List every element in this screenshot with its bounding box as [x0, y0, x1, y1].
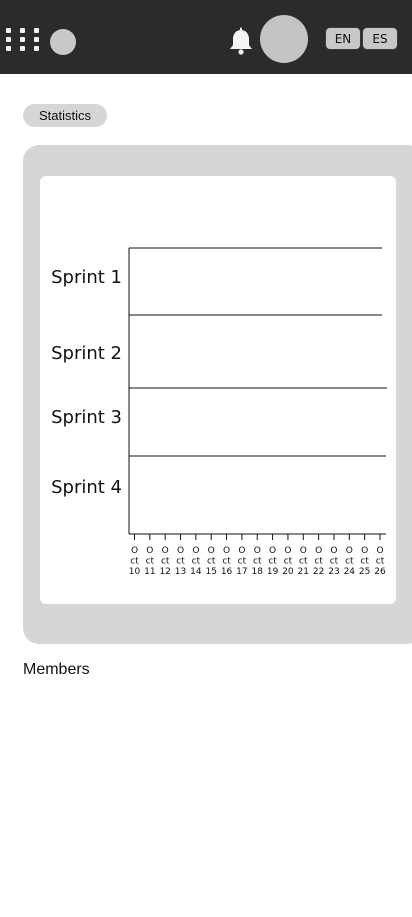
- language-es-button[interactable]: ES: [362, 27, 398, 50]
- x-tick-label: Oct 22: [313, 546, 324, 577]
- x-tick-label: Oct 17: [236, 546, 247, 577]
- logo-icon: [50, 29, 76, 55]
- x-tick-label: Oct 24: [344, 546, 356, 577]
- members-heading: Members: [23, 661, 90, 678]
- x-tick-label: Oct 10: [129, 546, 141, 577]
- x-tick-label: Oct 15: [205, 546, 216, 577]
- apps-grid-icon[interactable]: [6, 28, 42, 52]
- x-tick-label: Oct 26: [374, 546, 386, 577]
- x-tick-label: Oct 12: [159, 546, 170, 577]
- x-tick-label: Oct 11: [144, 546, 155, 577]
- x-tick-label: Oct 20: [282, 546, 294, 577]
- language-en-button[interactable]: EN: [325, 27, 361, 50]
- x-tick-label: Oct 14: [190, 546, 202, 577]
- x-tick-label: Oct 23: [328, 546, 339, 577]
- avatar[interactable]: [260, 15, 308, 63]
- sprint-label: Sprint 2: [51, 343, 122, 364]
- sprint-label: Sprint 1: [51, 267, 122, 288]
- statistics-tab[interactable]: Statistics: [23, 104, 107, 127]
- top-bar: EN ES: [0, 0, 412, 74]
- x-tick-label: Oct 19: [267, 546, 279, 577]
- x-tick-label: Oct 18: [252, 546, 264, 577]
- x-tick-label: Oct 25: [359, 546, 370, 577]
- sprint-label: Sprint 3: [51, 407, 122, 428]
- sprint-chart: Sprint 1Sprint 2Sprint 3Sprint 4 Oct 10O c…: [51, 247, 387, 577]
- sprint-label: Sprint 4: [51, 477, 122, 498]
- x-tick-label: Oct 16: [221, 546, 233, 577]
- x-tick-label: Oct 21: [298, 546, 309, 577]
- bell-icon[interactable]: [228, 27, 254, 55]
- x-tick-label: Oct 13: [175, 546, 186, 577]
